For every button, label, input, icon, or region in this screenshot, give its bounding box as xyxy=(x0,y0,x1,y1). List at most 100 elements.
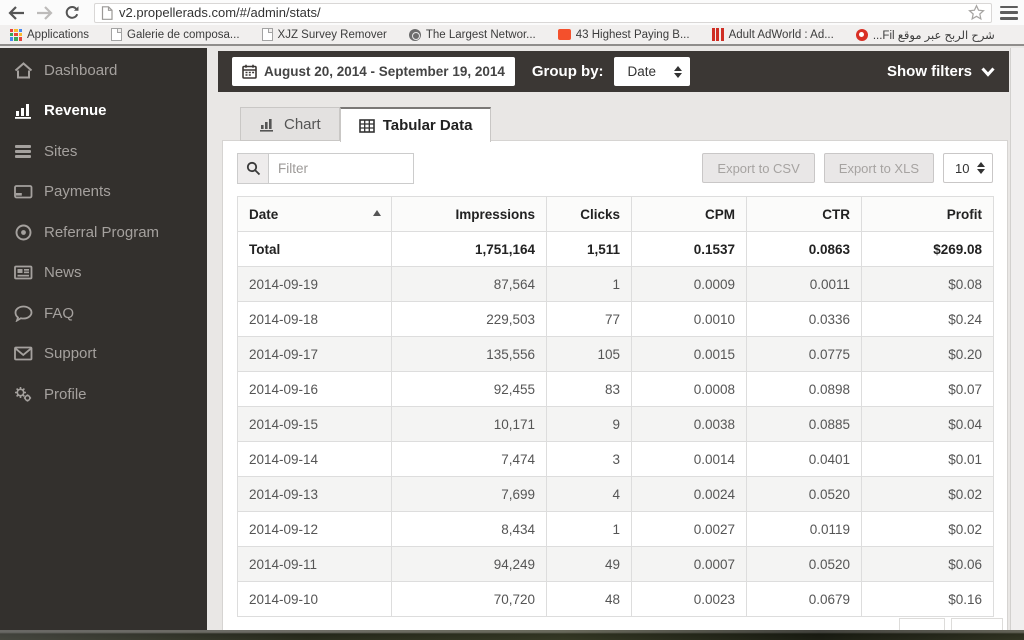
column-header-clicks[interactable]: Clicks xyxy=(546,196,632,232)
bookmark-arabic-site[interactable]: شرح الربح عبر موقع Fil... xyxy=(855,28,995,42)
cell-profit: $0.02 xyxy=(861,476,994,512)
column-header-cpm[interactable]: CPM xyxy=(631,196,747,232)
bookmark-applications[interactable]: Applications xyxy=(10,28,90,41)
cell-ctr: 0.0520 xyxy=(746,546,862,582)
sidebar-nav: Dashboard Revenue Sites Payments Referra… xyxy=(0,48,207,630)
tabular-data-panel: Export to CSV Export to XLS 10 Date Impr… xyxy=(222,140,1008,640)
cell-date: 2014-09-11 xyxy=(237,546,392,582)
bookmark-largest-network[interactable]: The Largest Networ... xyxy=(408,28,536,41)
comment-icon xyxy=(14,305,33,322)
cell-impressions: 94,249 xyxy=(391,546,547,582)
globe-icon xyxy=(408,28,421,41)
filter-group xyxy=(237,153,414,184)
cell-cpm: 0.0014 xyxy=(631,441,747,477)
bookmark-label: Applications xyxy=(27,28,90,41)
bookmark-xjz-survey-remover[interactable]: XJZ Survey Remover xyxy=(261,28,387,41)
page-icon xyxy=(261,28,273,41)
column-header-ctr[interactable]: CTR xyxy=(746,196,862,232)
sidebar-item-label: Dashboard xyxy=(44,61,118,79)
table-row: 2014-09-18 229,503 77 0.0010 0.0336 $0.2… xyxy=(237,301,994,337)
bookmark-label: XJZ Survey Remover xyxy=(277,28,387,41)
cell-impressions: 70,720 xyxy=(391,581,547,617)
tab-chart[interactable]: Chart xyxy=(240,107,340,141)
bookmark-adult-adworld[interactable]: Adult AdWorld : Ad... xyxy=(711,28,834,41)
export-csv-button[interactable]: Export to CSV xyxy=(702,153,815,183)
cell-profit: $0.16 xyxy=(861,581,994,617)
cell-impressions: 229,503 xyxy=(391,301,547,337)
sort-ascending-icon xyxy=(373,210,381,216)
column-header-impressions[interactable]: Impressions xyxy=(391,196,547,232)
sidebar-item-revenue[interactable]: Revenue xyxy=(0,91,207,132)
cell-date: 2014-09-12 xyxy=(237,511,392,547)
address-bar[interactable]: v2.propellerads.com/#/admin/stats/ xyxy=(94,2,992,23)
page-size-select[interactable]: 10 xyxy=(943,153,993,183)
menu-icon[interactable] xyxy=(1000,5,1018,20)
bookmark-label: The Largest Networ... xyxy=(425,28,536,41)
red-circle-icon xyxy=(855,28,868,41)
bookmark-label: Adult AdWorld : Ad... xyxy=(728,28,834,41)
date-range-picker[interactable]: August 20, 2014 - September 19, 2014 xyxy=(232,57,515,86)
cell-impressions: 135,556 xyxy=(391,336,547,372)
search-icon xyxy=(246,161,260,176)
sidebar-item-news[interactable]: News xyxy=(0,253,207,294)
reload-icon[interactable] xyxy=(60,2,84,24)
total-cpm: 0.1537 xyxy=(631,231,747,267)
sidebar-item-referral-program[interactable]: Referral Program xyxy=(0,212,207,253)
cell-impressions: 7,474 xyxy=(391,441,547,477)
total-ctr: 0.0863 xyxy=(746,231,862,267)
cell-cpm: 0.0027 xyxy=(631,511,747,547)
cell-profit: $0.02 xyxy=(861,511,994,547)
cell-clicks: 49 xyxy=(546,546,632,582)
cell-cpm: 0.0038 xyxy=(631,406,747,442)
bookmarks-bar: Applications Galerie de composa... XJZ S… xyxy=(0,25,1024,46)
back-icon[interactable] xyxy=(4,2,28,24)
cell-cpm: 0.0023 xyxy=(631,581,747,617)
cell-ctr: 0.0401 xyxy=(746,441,862,477)
sidebar-item-profile[interactable]: Profile xyxy=(0,374,207,415)
vertical-scrollbar[interactable] xyxy=(1010,48,1024,630)
sidebar-item-label: Referral Program xyxy=(44,223,160,241)
select-arrows-icon xyxy=(977,162,985,174)
group-by-select[interactable]: Date xyxy=(613,57,690,86)
show-filters-button[interactable]: Show filters xyxy=(887,63,995,80)
cell-cpm: 0.0024 xyxy=(631,476,747,512)
total-clicks: 1,511 xyxy=(546,231,632,267)
cell-clicks: 3 xyxy=(546,441,632,477)
cell-date: 2014-09-13 xyxy=(237,476,392,512)
cell-date: 2014-09-18 xyxy=(237,301,392,337)
sidebar-item-dashboard[interactable]: Dashboard xyxy=(0,50,207,91)
filter-input[interactable] xyxy=(268,153,414,184)
table-header-row: Date Impressions Clicks CPM CTR Profit xyxy=(237,196,994,232)
bookmark-highest-paying[interactable]: 43 Highest Paying B... xyxy=(557,29,690,41)
cell-clicks: 1 xyxy=(546,266,632,302)
bookmark-galerie[interactable]: Galerie de composa... xyxy=(111,28,240,41)
sidebar-item-payments[interactable]: Payments xyxy=(0,172,207,213)
cell-cpm: 0.0008 xyxy=(631,371,747,407)
table-total-row: Total 1,751,164 1,511 0.1537 0.0863 $269… xyxy=(237,231,994,267)
table-icon xyxy=(358,118,375,133)
cell-ctr: 0.0336 xyxy=(746,301,862,337)
url-text: v2.propellerads.com/#/admin/stats/ xyxy=(119,5,321,20)
sidebar-item-faq[interactable]: FAQ xyxy=(0,293,207,334)
stats-table: Date Impressions Clicks CPM CTR Profit T… xyxy=(237,196,994,617)
sidebar-item-support[interactable]: Support xyxy=(0,334,207,375)
cell-ctr: 0.0885 xyxy=(746,406,862,442)
cell-date: 2014-09-16 xyxy=(237,371,392,407)
column-header-profit[interactable]: Profit xyxy=(861,196,994,232)
cell-cpm: 0.0010 xyxy=(631,301,747,337)
tab-tabular-data[interactable]: Tabular Data xyxy=(339,107,492,142)
sidebar-item-sites[interactable]: Sites xyxy=(0,131,207,172)
page-size-value: 10 xyxy=(955,160,970,176)
bookmark-star-icon[interactable] xyxy=(968,4,985,21)
cell-clicks: 105 xyxy=(546,336,632,372)
credit-card-icon xyxy=(14,185,33,199)
column-header-date[interactable]: Date xyxy=(237,196,392,232)
cell-clicks: 9 xyxy=(546,406,632,442)
orange-bubble-icon xyxy=(557,29,571,40)
table-row: 2014-09-15 10,171 9 0.0038 0.0885 $0.04 xyxy=(237,406,994,442)
table-row: 2014-09-10 70,720 48 0.0023 0.0679 $0.16 xyxy=(237,581,994,617)
export-xls-button[interactable]: Export to XLS xyxy=(823,153,934,183)
forward-icon[interactable] xyxy=(32,2,56,24)
table-row: 2014-09-19 87,564 1 0.0009 0.0011 $0.08 xyxy=(237,266,994,302)
cell-ctr: 0.0898 xyxy=(746,371,862,407)
